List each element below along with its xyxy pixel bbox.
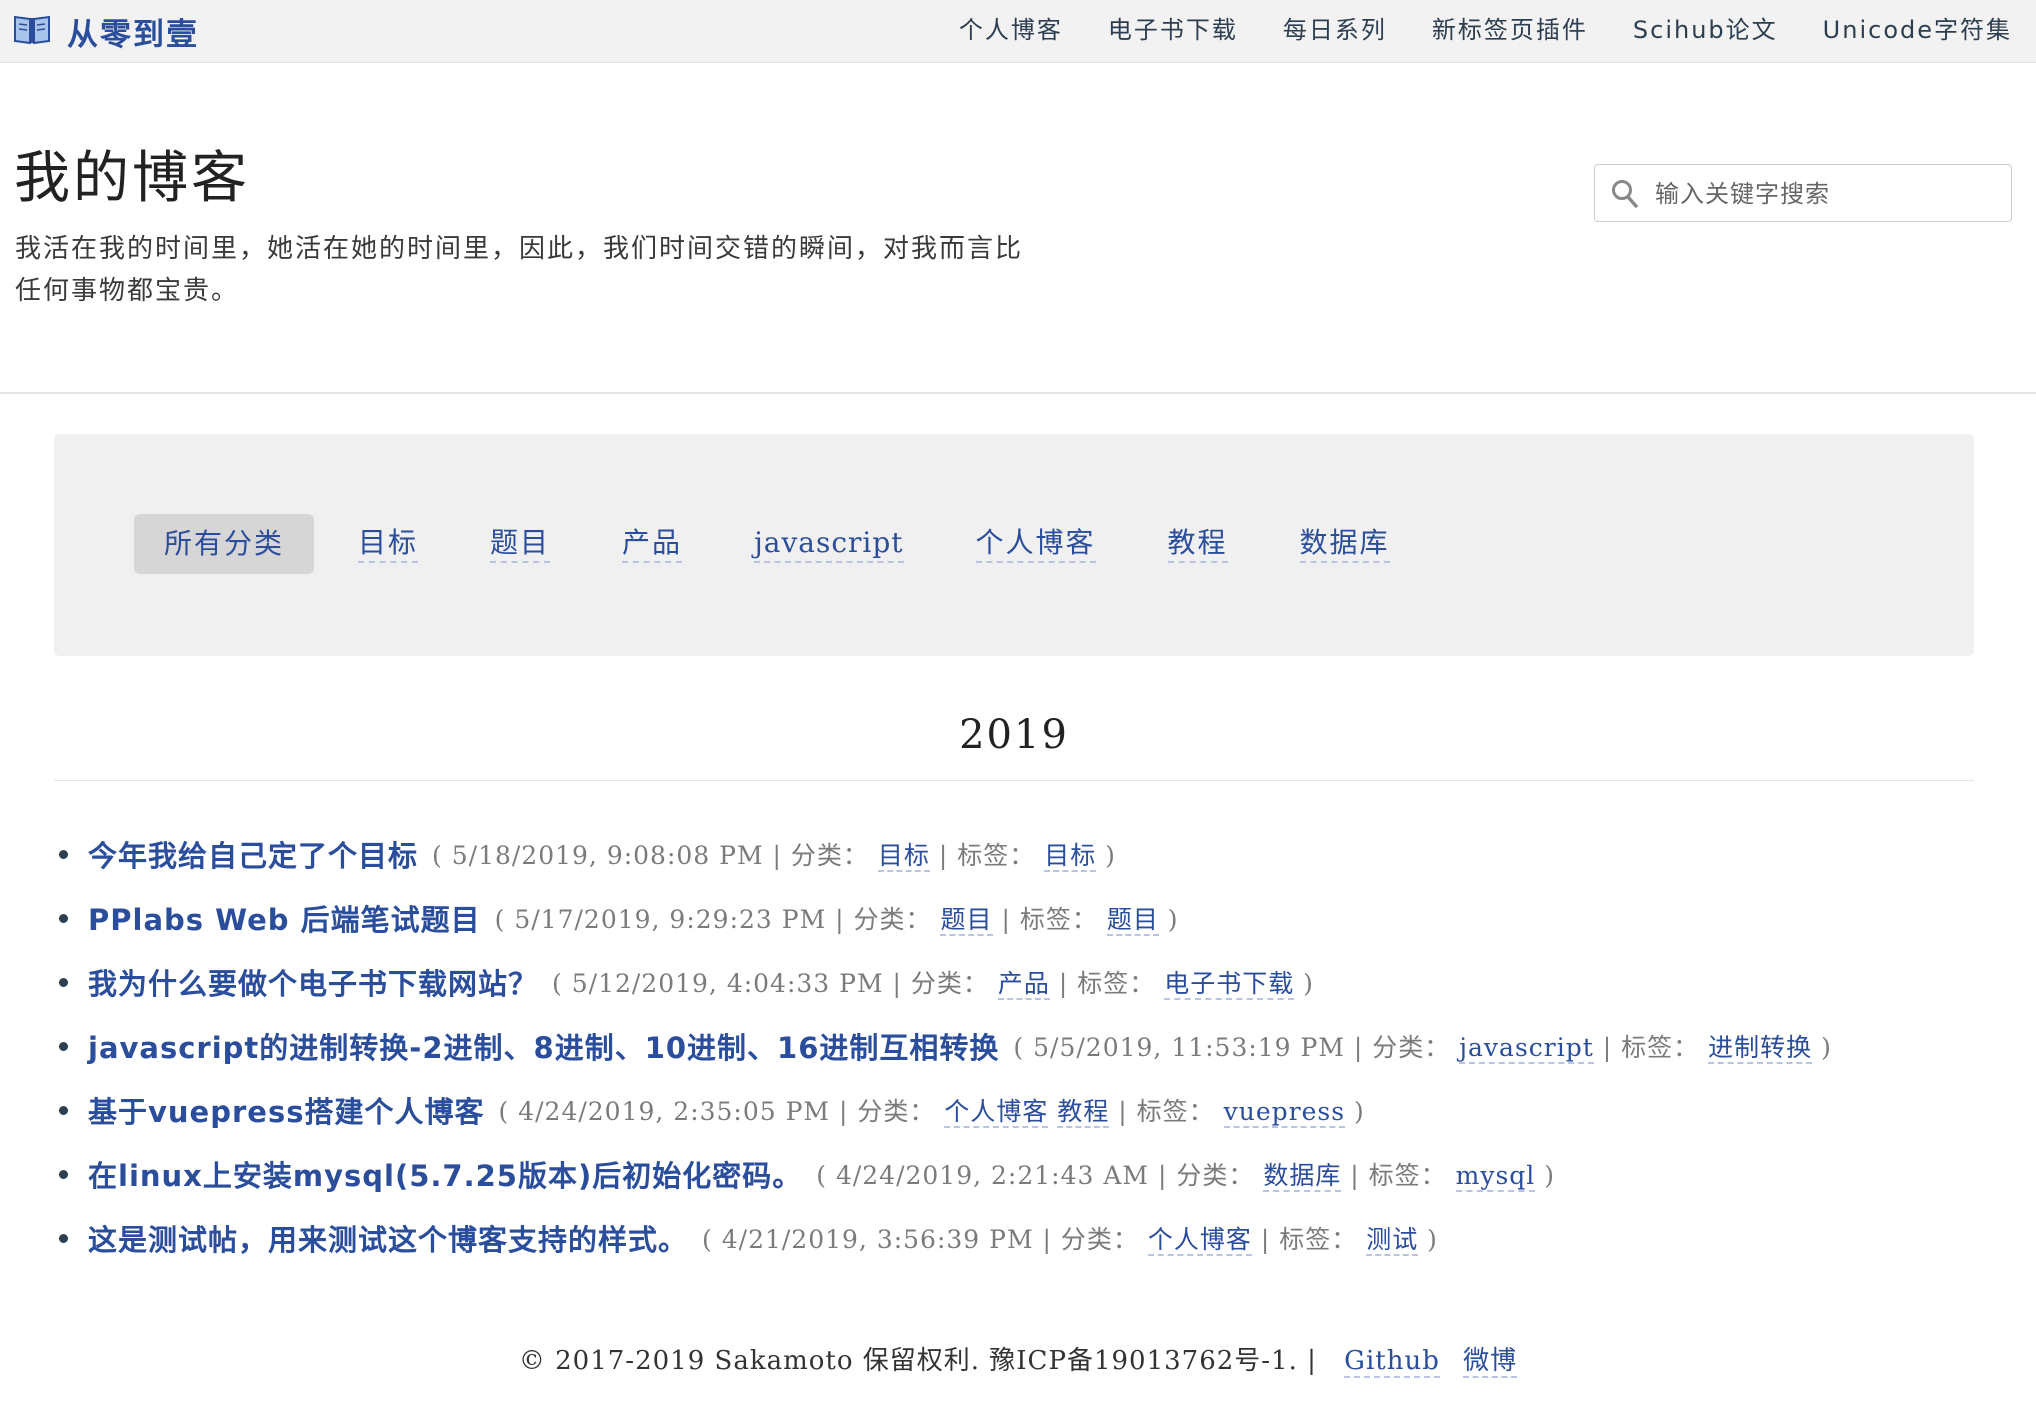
nav-link-new-tab-plugin[interactable]: 新标签页插件 (1432, 10, 1588, 50)
nav-link-unicode[interactable]: Unicode字符集 (1823, 10, 2012, 50)
year-heading: 2019 (959, 712, 1069, 758)
post-meta: ( 5/18/2019, 9:08:08 PM | 分类： 目标 | 标签： 目… (432, 841, 1116, 872)
post-tag-link[interactable]: 电子书下载 (1164, 969, 1295, 1000)
post-meta: ( 5/5/2019, 11:53:19 PM | 分类： javascript… (1013, 1033, 1832, 1064)
post-meta: ( 4/24/2019, 2:21:43 AM | 分类： 数据库 | 标签： … (816, 1161, 1556, 1192)
site-title: 从零到壹 (67, 16, 199, 53)
page-title: 我的博客 (14, 146, 250, 211)
post-category-link[interactable]: javascript (1459, 1033, 1594, 1064)
list-bullet (59, 978, 68, 987)
post-date: 5/18/2019, 9:08:08 PM (451, 841, 764, 870)
post-item: 在linux上安装mysql(5.7.25版本)后初始化密码。 ( 4/24/2… (59, 1142, 1832, 1206)
nav-link-personal-blog[interactable]: 个人博客 (959, 10, 1063, 50)
post-date: 5/12/2019, 4:04:33 PM (571, 969, 884, 998)
footer-link-github[interactable]: Github (1344, 1346, 1440, 1378)
header-divider (0, 392, 2036, 394)
post-meta: ( 4/21/2019, 3:56:39 PM | 分类： 个人博客 | 标签：… (702, 1225, 1438, 1256)
main-nav: 个人博客 电子书下载 每日系列 新标签页插件 Scihub论文 Unicode字… (914, 10, 2012, 50)
post-tag-link[interactable]: 进制转换 (1708, 1033, 1813, 1064)
category-personal-blog[interactable]: 个人博客 (975, 525, 1096, 563)
search-input[interactable] (1653, 173, 2007, 215)
post-date: 4/24/2019, 2:21:43 AM (835, 1161, 1149, 1190)
post-meta: ( 4/24/2019, 2:35:05 PM | 分类： 个人博客 教程 | … (498, 1097, 1365, 1128)
category-database[interactable]: 数据库 (1299, 525, 1390, 563)
post-category-link[interactable]: 数据库 (1263, 1161, 1342, 1192)
post-meta: ( 5/12/2019, 4:04:33 PM | 分类： 产品 | 标签： 电… (552, 969, 1314, 1000)
category-tutorial[interactable]: 教程 (1167, 525, 1228, 563)
year-divider (54, 780, 1974, 781)
search-icon (1611, 179, 1639, 213)
category-javascript[interactable]: javascript (754, 525, 904, 563)
post-list: 今年我给自己定了个目标 ( 5/18/2019, 9:08:08 PM | 分类… (59, 822, 1832, 1270)
footer: © 2017-2019 Sakamoto 保留权利. 豫ICP备19013762… (0, 1340, 2036, 1378)
post-title-link[interactable]: 基于vuepress搭建个人博客 (88, 1089, 484, 1131)
list-bullet (59, 1042, 68, 1051)
copyright-text: © 2017-2019 Sakamoto 保留权利. 豫ICP备19013762… (518, 1346, 1317, 1376)
open-book-icon (13, 13, 51, 49)
nav-link-daily-series[interactable]: 每日系列 (1283, 10, 1387, 50)
post-meta: ( 5/17/2019, 9:29:23 PM | 分类： 题目 | 标签： 题… (494, 905, 1179, 936)
post-item: 基于vuepress搭建个人博客 ( 4/24/2019, 2:35:05 PM… (59, 1078, 1832, 1142)
post-item: 这是测试帖，用来测试这个博客支持的样式。 ( 4/21/2019, 3:56:3… (59, 1206, 1832, 1270)
post-category-link[interactable]: 教程 (1057, 1097, 1110, 1128)
post-title-link[interactable]: javascript的进制转换-2进制、8进制、10进制、16进制互相转换 (88, 1025, 999, 1067)
post-tag-link[interactable]: mysql (1455, 1161, 1536, 1192)
category-product[interactable]: 产品 (622, 525, 683, 563)
list-bullet (59, 850, 68, 859)
post-category-link[interactable]: 产品 (997, 969, 1050, 1000)
post-title-link[interactable]: 这是测试帖，用来测试这个博客支持的样式。 (88, 1217, 688, 1259)
post-date: 4/24/2019, 2:35:05 PM (518, 1097, 831, 1126)
post-tag-link[interactable]: vuepress (1223, 1097, 1346, 1128)
post-tag-link[interactable]: 目标 (1044, 841, 1097, 872)
post-date: 4/21/2019, 3:56:39 PM (721, 1225, 1034, 1254)
post-item: PPlabs Web 后端笔试题目 ( 5/17/2019, 9:29:23 P… (59, 886, 1832, 950)
category-problem[interactable]: 题目 (490, 525, 551, 563)
post-category-link[interactable]: 题目 (940, 905, 993, 936)
list-bullet (59, 914, 68, 923)
list-bullet (59, 1106, 68, 1115)
page-description: 我活在我的时间里，她活在她的时间里，因此，我们时间交错的瞬间，对我而言比任何事物… (15, 234, 1024, 306)
post-category-link[interactable]: 目标 (877, 841, 930, 872)
category-panel: 所有分类 目标 题目 产品 javascript 个人博客 教程 数据库 (54, 434, 1974, 656)
category-all[interactable]: 所有分类 (134, 514, 315, 574)
post-title-link[interactable]: PPlabs Web 后端笔试题目 (88, 897, 481, 939)
post-tag-link[interactable]: 测试 (1366, 1225, 1419, 1256)
brand-link[interactable]: 从零到壹 (13, 11, 199, 53)
category-goal[interactable]: 目标 (358, 525, 419, 563)
post-category-link[interactable]: 个人博客 (1147, 1225, 1252, 1256)
post-tag-link[interactable]: 题目 (1106, 905, 1159, 936)
post-title-link[interactable]: 今年我给自己定了个目标 (88, 833, 418, 875)
nav-link-scihub[interactable]: Scihub论文 (1633, 10, 1778, 50)
post-title-link[interactable]: 我为什么要做个电子书下载网站？ (88, 961, 538, 1003)
list-bullet (59, 1170, 68, 1179)
post-item: 我为什么要做个电子书下载网站？ ( 5/12/2019, 4:04:33 PM … (59, 950, 1832, 1014)
post-item: javascript的进制转换-2进制、8进制、10进制、16进制互相转换 ( … (59, 1014, 1832, 1078)
footer-link-weibo[interactable]: 微博 (1463, 1346, 1518, 1378)
list-bullet (59, 1234, 68, 1243)
post-title-link[interactable]: 在linux上安装mysql(5.7.25版本)后初始化密码。 (88, 1153, 802, 1195)
post-date: 5/5/2019, 11:53:19 PM (1033, 1033, 1345, 1062)
post-date: 5/17/2019, 9:29:23 PM (514, 905, 827, 934)
nav-link-ebook-download[interactable]: 电子书下载 (1108, 10, 1238, 50)
top-navbar: 从零到壹 个人博客 电子书下载 每日系列 新标签页插件 Scihub论文 Uni… (0, 0, 2036, 63)
search-box (1594, 164, 2012, 222)
post-category-link[interactable]: 个人博客 (944, 1097, 1049, 1128)
category-list: 所有分类 目标 题目 产品 javascript 个人博客 教程 数据库 (134, 514, 1462, 574)
post-item: 今年我给自己定了个目标 ( 5/18/2019, 9:08:08 PM | 分类… (59, 822, 1832, 886)
